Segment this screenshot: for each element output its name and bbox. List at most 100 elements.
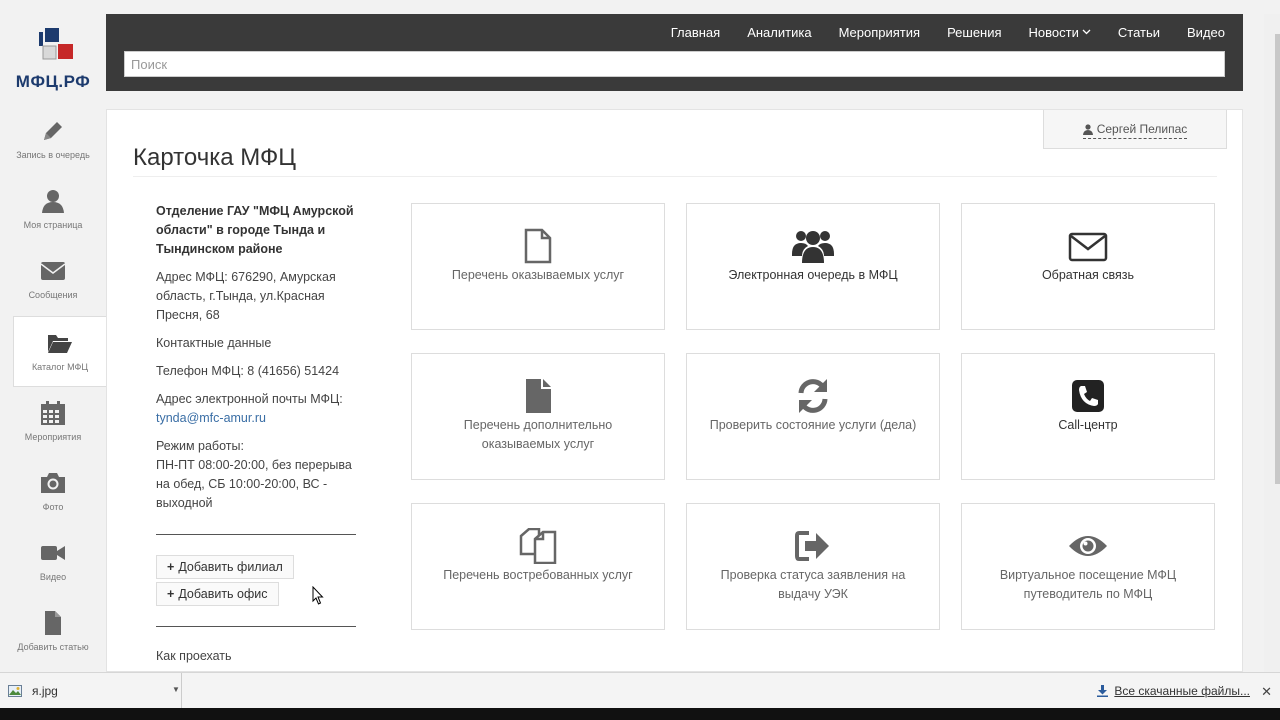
nav-solutions[interactable]: Решения (947, 25, 1001, 40)
camera-icon (41, 473, 65, 493)
tile-additional-services[interactable]: Перечень дополнительно оказываемых услуг (411, 353, 665, 480)
sidebar-item-video[interactable]: Видео (0, 540, 106, 608)
nav-video[interactable]: Видео (1187, 25, 1225, 40)
search-input[interactable] (124, 51, 1225, 77)
main-nav: Главная Аналитика Мероприятия Решения Но… (644, 14, 1225, 50)
sidebar-item-label: Моя страница (23, 220, 83, 230)
nav-events[interactable]: Мероприятия (839, 25, 921, 40)
nav-home[interactable]: Главная (671, 25, 720, 40)
nav-news[interactable]: Новости (1029, 25, 1091, 40)
files-icon (519, 528, 557, 564)
taskbar-strip (0, 708, 1280, 720)
plus-icon: + (167, 560, 175, 574)
how-to-get-link[interactable]: Как проехать (156, 647, 232, 666)
image-file-icon (8, 685, 22, 697)
user-name: Сергей Пелипас (1096, 122, 1188, 136)
folder-open-icon (48, 335, 72, 353)
page-title: Карточка МФЦ (133, 144, 296, 171)
add-office-label: Добавить офис (178, 587, 268, 601)
file-outline-icon (524, 228, 552, 264)
envelope-icon (40, 262, 66, 280)
tile-uek-status[interactable]: Проверка статуса заявления на выдачу УЭК (686, 503, 940, 630)
contacts-heading: Контактные данные (156, 336, 272, 350)
tile-label: Перечень дополнительно оказываемых услуг (463, 418, 613, 451)
phone-square-icon (1072, 380, 1104, 412)
add-branch-label: Добавить филиал (178, 560, 283, 574)
user-menu[interactable]: Сергей Пелипас (1043, 110, 1227, 149)
sidebar-item-label: Добавить статью (17, 642, 89, 652)
tile-call-center[interactable]: Call-центр (961, 353, 1215, 480)
caret-down-icon[interactable]: ▼ (172, 685, 180, 694)
divider (156, 626, 356, 627)
refresh-icon (798, 379, 828, 413)
mouse-cursor-icon (312, 586, 324, 605)
mfc-email-block: Адрес электронной почты МФЦ: tynda@mfc-a… (156, 390, 356, 428)
tile-services-list[interactable]: Перечень оказываемых услуг (411, 203, 665, 330)
title-divider (133, 176, 1217, 177)
page-scrollbar[interactable] (1264, 14, 1280, 672)
all-downloads-label: Все скачанные файлы... (1114, 684, 1250, 698)
sidebar-item-label: Запись в очередь (16, 150, 90, 160)
tile-label: Перечень оказываемых услуг (451, 268, 625, 282)
sidebar-item-queue[interactable]: Запись в очередь (0, 118, 106, 186)
tile-label: Электронная очередь в МФЦ (728, 268, 898, 282)
sidebar-item-photo[interactable]: Фото (0, 470, 106, 538)
tile-label: Обратная связь (1041, 268, 1135, 282)
all-downloads-link[interactable]: Все скачанные файлы... (1097, 673, 1250, 709)
divider (156, 534, 356, 535)
nav-news-label: Новости (1028, 24, 1079, 40)
add-branch-button[interactable]: + Добавить филиал (156, 555, 294, 579)
calendar-icon (41, 401, 65, 425)
sidebar-item-label: Фото (42, 502, 64, 512)
sidebar-item-add-article[interactable]: Добавить статью (0, 610, 106, 678)
tile-check-status[interactable]: Проверить состояние услуги (дела) (686, 353, 940, 480)
envelope-outline-icon (1068, 232, 1108, 262)
top-navbar: Главная Аналитика Мероприятия Решения Но… (106, 14, 1243, 91)
mfc-address: Адрес МФЦ: 676290, Амурская область, г.Т… (156, 270, 336, 322)
download-bar: я.jpg ▼ Все скачанные файлы... ✕ (0, 672, 1280, 709)
mfc-info: Отделение ГАУ "МФЦ Амурской области" в г… (156, 202, 356, 522)
sidebar-item-catalog[interactable]: Каталог МФЦ (13, 316, 106, 387)
nav-articles[interactable]: Статьи (1118, 25, 1160, 40)
tile-popular-services[interactable]: Перечень востребованных услуг (411, 503, 665, 630)
top-strip (0, 0, 1280, 14)
nav-analytics[interactable]: Аналитика (747, 25, 811, 40)
close-icon[interactable]: ✕ (1261, 684, 1272, 700)
user-icon (42, 190, 64, 213)
tile-electronic-queue[interactable]: Электронная очередь в МФЦ (686, 203, 940, 330)
hours-value: ПН-ПТ 08:00-20:00, без перерыва на обед,… (156, 458, 352, 510)
tile-label: Проверка статуса заявления на выдачу УЭК (720, 568, 906, 601)
logo-icon (39, 28, 73, 60)
user-menu-inner: Сергей Пелипас (1082, 122, 1188, 139)
logo-text: МФЦ.РФ (15, 72, 91, 91)
sign-in-icon (795, 531, 829, 561)
tile-feedback[interactable]: Обратная связь (961, 203, 1215, 330)
download-item[interactable]: я.jpg (0, 673, 182, 709)
add-office-button[interactable]: + Добавить офис (156, 582, 279, 606)
plus-icon: + (167, 587, 175, 601)
scrollbar-thumb[interactable] (1275, 34, 1280, 484)
tile-label: Проверить состояние услуги (дела) (709, 418, 917, 432)
tile-label: Call-центр (1058, 418, 1118, 432)
sidebar-item-my-page[interactable]: Моя страница (0, 188, 106, 256)
user-icon (1082, 123, 1093, 135)
sidebar-item-label: Сообщения (28, 290, 78, 300)
tile-label: Виртуальное посещение МФЦ путеводитель п… (999, 568, 1177, 601)
file-solid-icon (526, 379, 551, 413)
hours-label: Режим работы: (156, 439, 244, 453)
mfc-phone: Телефон МФЦ: 8 (41656) 51424 (156, 364, 340, 378)
file-icon (45, 611, 61, 635)
pencil-icon (44, 122, 62, 140)
video-camera-icon (41, 546, 65, 560)
users-icon (792, 231, 834, 263)
mfc-hours-block: Режим работы: ПН-ПТ 08:00-20:00, без пер… (156, 437, 356, 513)
email-link[interactable]: tynda@mfc-amur.ru (156, 411, 266, 425)
download-icon (1097, 685, 1109, 697)
sidebar-item-events[interactable]: Мероприятия (0, 400, 106, 468)
tile-virtual-visit[interactable]: Виртуальное посещение МФЦ путеводитель п… (961, 503, 1215, 630)
main-panel: Сергей Пелипас Карточка МФЦ Отделение ГА… (106, 109, 1243, 672)
chevron-down-icon (1082, 29, 1091, 35)
org-name: Отделение ГАУ "МФЦ Амурской области" в г… (156, 204, 354, 256)
logo[interactable]: МФЦ.РФ (0, 28, 106, 98)
sidebar: МФЦ.РФ Запись в очередь Моя страница Соо… (0, 0, 106, 672)
